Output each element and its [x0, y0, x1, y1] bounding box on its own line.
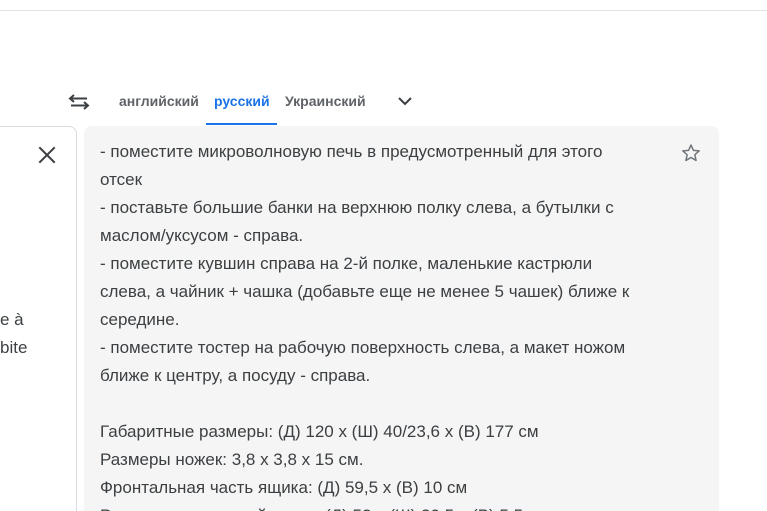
translation-line: Размеры ножек: 3,8 x 3,8 x 15 см. [100, 450, 364, 469]
translation-line: Размеры внутренней части: (Д) 52 x (Ш) 3… [100, 502, 675, 511]
translate-page: e à bite английский русский Украинский -… [0, 0, 767, 511]
translation-line: середине. [100, 310, 180, 329]
translation-line: - поместите кувшин справа на 2-й полке, … [100, 254, 593, 273]
close-icon [38, 146, 56, 164]
translation-line: отсек [100, 170, 143, 189]
translation-blank-line [100, 390, 675, 418]
clear-source-button[interactable] [36, 144, 58, 166]
swap-languages-button[interactable] [64, 88, 94, 116]
translation-line: Фронтальная часть ящика: (Д) 59,5 x (В) … [100, 478, 468, 497]
chevron-down-icon [398, 97, 412, 106]
translation-line: ближе к центру, а посуду - справа. [100, 366, 371, 385]
star-outline-icon [682, 144, 700, 162]
tab-english[interactable]: английский [119, 93, 199, 109]
source-text[interactable]: e à bite [0, 306, 27, 362]
translation-panel: - поместите микроволновую печь в предусм… [84, 126, 719, 511]
translation-line: - поместите микроволновую печь в предусм… [100, 142, 603, 161]
save-translation-button[interactable] [680, 142, 702, 164]
more-languages-button[interactable] [394, 90, 416, 112]
tab-ukrainian[interactable]: Украинский [285, 93, 366, 109]
source-line: e à [0, 310, 24, 329]
tab-russian[interactable]: русский [214, 93, 270, 109]
swap-horiz-icon [68, 94, 90, 110]
translation-line: слева, а чайник + чашка (добавьте еще не… [100, 282, 630, 301]
source-line: bite [0, 338, 28, 357]
top-divider [0, 10, 767, 11]
translation-line: - поместите тостер на рабочую поверхност… [100, 338, 626, 357]
translation-line: - поставьте большие банки на верхнюю пол… [100, 198, 614, 217]
translation-text: - поместите микроволновую печь в предусм… [100, 138, 675, 511]
translation-line: Габаритные размеры: (Д) 120 x (Ш) 40/23,… [100, 422, 539, 441]
translation-line: маслом/уксусом - справа. [100, 226, 304, 245]
active-tab-indicator [206, 123, 277, 125]
